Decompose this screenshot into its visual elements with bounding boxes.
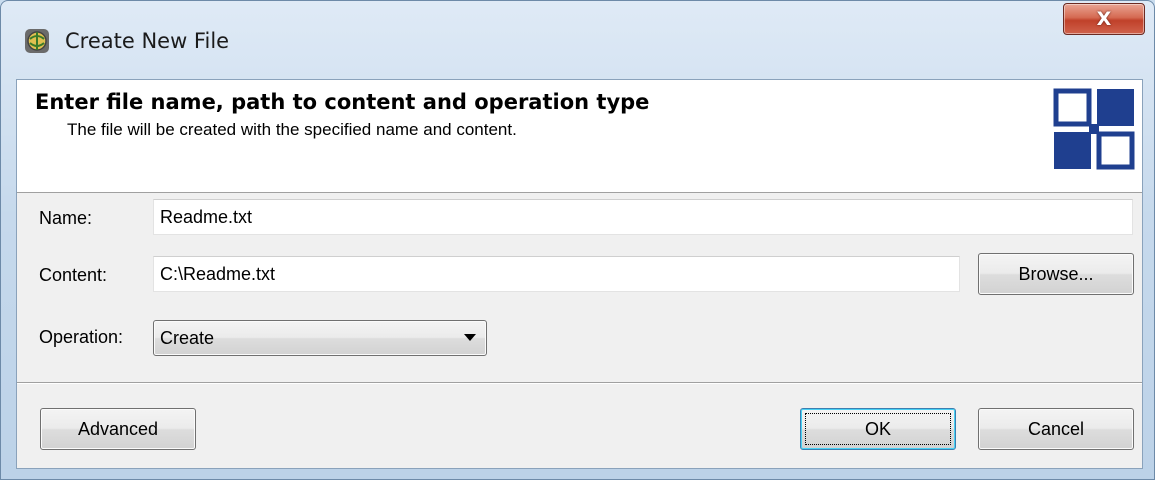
- footer-divider-highlight: [17, 383, 1142, 384]
- advanced-button[interactable]: Advanced: [40, 408, 196, 450]
- header-subtitle: The file will be created with the specif…: [67, 120, 517, 139]
- header-panel: Enter file name, path to content and ope…: [17, 80, 1142, 193]
- blue-squares-logo-icon: [1053, 88, 1135, 170]
- content-label: Content:: [39, 265, 108, 285]
- chevron-down-icon: [464, 334, 476, 341]
- close-icon: X: [1096, 8, 1112, 30]
- name-input[interactable]: Readme.txt: [153, 199, 1133, 235]
- dialog-body: Enter file name, path to content and ope…: [16, 79, 1143, 469]
- close-button[interactable]: X: [1063, 3, 1145, 35]
- window-title: Create New File: [65, 29, 230, 53]
- cancel-button[interactable]: Cancel: [978, 408, 1134, 450]
- focus-rectangle: [805, 413, 951, 445]
- content-input[interactable]: C:\Readme.txt: [153, 256, 960, 292]
- app-globe-icon: [25, 29, 49, 53]
- operation-label: Operation:: [39, 327, 124, 347]
- operation-dropdown[interactable]: Create: [153, 320, 487, 356]
- browse-button[interactable]: Browse...: [978, 253, 1134, 295]
- header-title: Enter file name, path to content and ope…: [35, 90, 650, 114]
- name-label: Name:: [39, 208, 93, 228]
- title-bar[interactable]: Create New File X: [1, 1, 1154, 79]
- dialog-window: Create New File X Enter file name, path …: [0, 0, 1155, 480]
- ok-button[interactable]: OK: [800, 408, 956, 450]
- operation-selected-value: Create: [160, 328, 215, 348]
